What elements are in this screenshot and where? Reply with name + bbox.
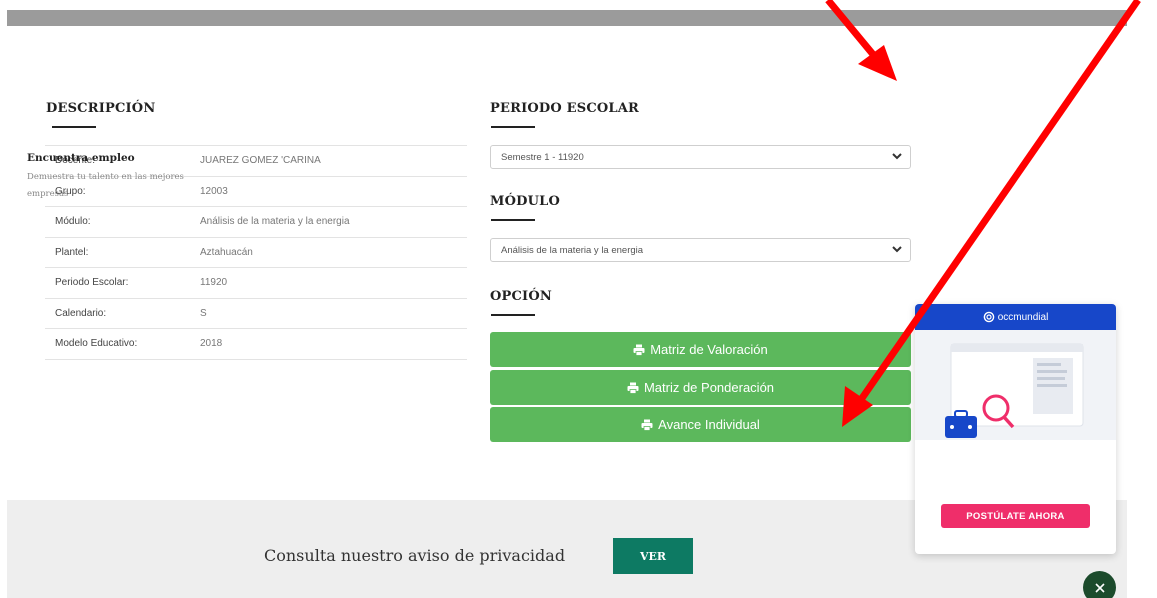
matriz-ponderacion-label: Matriz de Ponderación	[643, 380, 775, 395]
close-x-glyph	[1094, 582, 1105, 593]
table-row: Periodo Escolar: 11920	[45, 267, 467, 298]
periodo-select[interactable]: Semestre 1 - 11920	[490, 145, 911, 169]
top-banner-bar	[7, 10, 1127, 26]
modulo-title: MÓDULO	[490, 194, 560, 209]
table-row: Módulo: Análisis de la materia y la energ…	[45, 206, 467, 237]
ver-button[interactable]: VER	[613, 538, 693, 574]
row-label: Modelo Educativo:	[45, 328, 200, 360]
periodo-select-value: Semestre 1 - 11920	[501, 152, 584, 163]
print-icon	[633, 344, 645, 356]
table-row: Modelo Educativo: 2018	[45, 328, 467, 360]
row-value: 11920	[200, 267, 467, 298]
row-value: JUAREZ GOMEZ 'CARINA	[200, 145, 467, 176]
row-value: S	[200, 297, 467, 329]
occ-logo-icon	[983, 311, 995, 323]
postulate-ahora-button[interactable]: POSTÚLATE AHORA	[941, 504, 1090, 528]
ad-brand: occmundial	[997, 311, 1049, 323]
matriz-valoracion-label: Matriz de Valoración	[650, 342, 768, 357]
ad-header: occmundial	[915, 304, 1116, 330]
modulo-title-rule	[491, 219, 535, 221]
periodo-title-rule	[491, 126, 535, 128]
row-label: Módulo:	[45, 206, 200, 237]
table-row: Calendario: S	[45, 297, 467, 329]
print-icon	[641, 419, 653, 431]
ad-subtitle: Demuestra tu talento en las mejores empr…	[27, 172, 184, 199]
modulo-select-value: Análisis de la materia y la energia	[501, 245, 644, 256]
opcion-title-rule	[491, 314, 535, 316]
avance-individual-button[interactable]: Avance Individual	[490, 407, 911, 442]
row-label: Periodo Escolar:	[45, 267, 200, 298]
row-value: 2018	[200, 328, 467, 360]
descripcion-title: DESCRIPCIÓN	[46, 101, 156, 116]
print-icon	[627, 382, 639, 394]
privacy-notice-text: Consulta nuestro aviso de privacidad	[264, 546, 566, 565]
row-label: Plantel:	[45, 236, 200, 268]
avance-individual-label: Avance Individual	[658, 417, 760, 432]
descripcion-title-rule	[52, 126, 96, 128]
chevron-down-icon	[892, 246, 902, 253]
annotation-arrow-top	[825, 0, 879, 61]
row-value: 12003	[200, 175, 467, 207]
annotation-arrowhead-top	[858, 45, 897, 81]
table-row: Plantel: Aztahuacán	[45, 236, 467, 268]
chevron-down-icon	[892, 153, 902, 160]
matriz-valoracion-button[interactable]: Matriz de Valoración	[490, 332, 911, 367]
close-icon[interactable]	[1083, 571, 1116, 598]
row-value: Aztahuacán	[200, 236, 467, 268]
ad-title: Encuentra empleo	[27, 152, 135, 164]
row-value: Análisis de la materia y la energia	[200, 206, 467, 237]
matriz-ponderacion-button[interactable]: Matriz de Ponderación	[490, 370, 911, 405]
row-label: Calendario:	[45, 297, 200, 329]
modulo-select[interactable]: Análisis de la materia y la energia	[490, 238, 911, 262]
opcion-title: OPCIÓN	[490, 289, 552, 304]
periodo-title: PERIODO ESCOLAR	[490, 101, 640, 116]
job-search-illustration	[915, 330, 1116, 440]
